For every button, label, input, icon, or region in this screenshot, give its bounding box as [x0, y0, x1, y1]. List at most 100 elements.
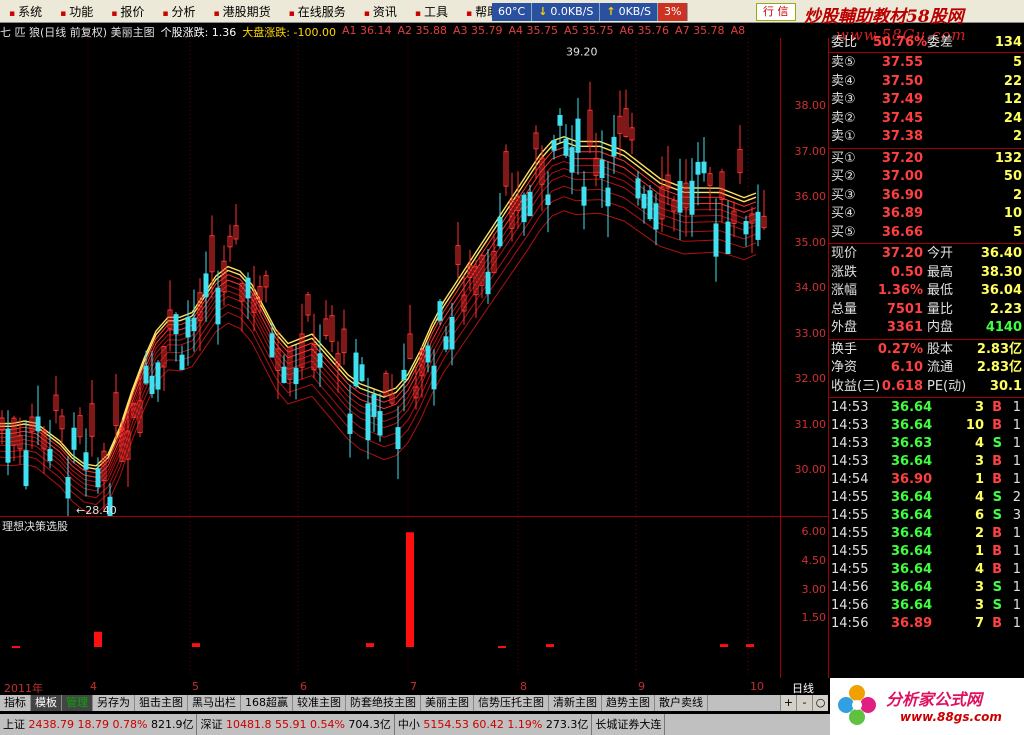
- field-label: 委差: [927, 35, 954, 50]
- high-annotation: 39.20: [566, 46, 598, 59]
- tick-count: 1: [1012, 526, 1021, 541]
- stat-row: 外盘 3361 内盘 4140: [829, 319, 1024, 337]
- field-value: 5: [1012, 55, 1022, 70]
- date-tick: 9: [638, 680, 645, 693]
- candle-body: [149, 375, 155, 394]
- chart-title-bar: 七 匹 狼(日线 前复权) 美丽主图 个股涨跌: 1.36 大盘涨跌: -100…: [0, 24, 780, 38]
- zoom-in-button[interactable]: +: [780, 695, 796, 711]
- tick-time: 14:55: [831, 508, 869, 523]
- candle-body: [743, 221, 749, 235]
- field-label: 卖②: [831, 110, 856, 126]
- price-tick: 36.00: [794, 190, 827, 204]
- tick-count: 1: [1012, 472, 1021, 487]
- tab-sniper[interactable]: 狙击主图: [135, 695, 188, 711]
- candle-body: [281, 366, 287, 383]
- field-label: 总量: [831, 301, 858, 317]
- tab-manage[interactable]: 管理: [62, 695, 93, 711]
- tab-anti-trap[interactable]: 防套绝技主图: [346, 695, 421, 711]
- field-value: 50: [1003, 169, 1022, 184]
- price-tick: 31.00: [794, 417, 827, 431]
- tick-row: 14:56 36.64 3 S 1: [829, 597, 1024, 615]
- upload-speed: ↑ 0KB/S: [600, 3, 659, 21]
- indicator-tick: 3.00: [801, 582, 827, 596]
- signal-bar: [720, 644, 728, 647]
- tick-row: 14:53 36.64 10 B 1: [829, 417, 1024, 435]
- field-value: 0.27%: [877, 341, 923, 357]
- tick-count: 1: [1012, 580, 1021, 595]
- menu-tools[interactable]: ▪ 工具: [406, 3, 457, 20]
- menu-hk-futures[interactable]: ▪ 港股期货: [205, 3, 280, 20]
- price-tick: 32.00: [794, 372, 827, 386]
- index-sme[interactable]: 中小 5154.53 60.42 1.19% 273.3亿: [395, 714, 593, 735]
- tick-side: B: [992, 526, 1002, 541]
- menu-system[interactable]: ▪ 系统: [0, 3, 51, 20]
- field-label: 买⑤: [831, 224, 856, 240]
- menu-quote[interactable]: ▪ 报价: [102, 3, 153, 20]
- indicator-chart[interactable]: [0, 517, 780, 677]
- field-value: 37.45: [881, 110, 923, 126]
- tab-beautiful[interactable]: 美丽主图: [421, 695, 474, 711]
- field-label: 卖①: [831, 129, 856, 144]
- tab-darkhorse[interactable]: 黑马出栏: [188, 695, 241, 711]
- usage-percent: 3%: [658, 3, 689, 21]
- candle-body: [83, 452, 89, 470]
- tick-price: 36.64: [891, 508, 933, 523]
- tab-retail-sell[interactable]: 散户卖线: [655, 695, 708, 711]
- price-tick: 30.00: [794, 463, 827, 477]
- candle-body: [449, 317, 455, 350]
- tab-calibrate[interactable]: 较准主图: [293, 695, 346, 711]
- tab-indicator[interactable]: 指标: [0, 695, 31, 711]
- candlestick-chart[interactable]: ←28.40 39.20: [0, 38, 780, 516]
- index-shanghai[interactable]: 上证 2438.79 18.79 0.78% 821.9亿: [0, 714, 198, 735]
- ma-value-5: A5 35.75: [564, 24, 614, 37]
- trade-button[interactable]: 行 信: [756, 3, 796, 21]
- tab-trend[interactable]: 趋势主图: [602, 695, 655, 711]
- tab-pressure[interactable]: 信势压托主图: [474, 695, 549, 711]
- reset-button[interactable]: ○: [812, 695, 828, 711]
- field-value: 36.66: [881, 224, 923, 240]
- field-label: 委比: [831, 35, 858, 50]
- candle-body: [647, 190, 653, 220]
- period-label[interactable]: 日线: [792, 680, 814, 696]
- field-value: 36.40: [980, 246, 1022, 261]
- zoom-out-button[interactable]: -: [796, 695, 812, 711]
- tab-168[interactable]: 168超赢: [241, 695, 293, 711]
- tick-time: 14:55: [831, 490, 869, 505]
- quote-panel: 委比 50.76% 委差 134 卖⑤ 37.55 5 卖④ 37.50 22 卖③ 37.49 12 卖…: [829, 35, 1024, 678]
- ask-row: 卖② 37.45 24: [829, 110, 1024, 128]
- ma-value-4: A4 35.75: [508, 24, 559, 37]
- tick-row: 14:56 36.64 3 S 1: [829, 579, 1024, 597]
- candle-body: [431, 365, 437, 390]
- tab-template[interactable]: 模板: [31, 695, 62, 711]
- candle-body: [551, 140, 557, 151]
- index-shenzhen[interactable]: 深证 10481.8 55.91 0.54% 704.3亿: [197, 714, 395, 735]
- field-value: 2.23: [989, 301, 1022, 317]
- tick-count: 3: [1012, 508, 1021, 523]
- menu-analysis[interactable]: ▪ 分析: [153, 3, 204, 20]
- candle-body: [71, 427, 77, 450]
- candle-body: [203, 273, 209, 298]
- tick-side: B: [992, 562, 1002, 577]
- up-arrow-icon: ↑: [606, 5, 616, 18]
- stat-row: 净资 6.10 流通 2.83亿: [829, 359, 1024, 377]
- tab-fresh[interactable]: 清新主图: [549, 695, 602, 711]
- candle-body: [545, 194, 551, 205]
- flower-logo-icon: [838, 685, 876, 725]
- menu-news[interactable]: ▪ 资讯: [355, 3, 406, 20]
- field-label: 量比: [927, 301, 954, 317]
- tick-count: 2: [1012, 490, 1021, 505]
- menu-function[interactable]: ▪ 功能: [51, 3, 102, 20]
- tab-save-as[interactable]: 另存为: [93, 695, 135, 711]
- candle-body: [485, 271, 491, 295]
- field-value: 10: [1003, 206, 1022, 221]
- tick-row: 14:53 36.64 3 B 1: [829, 453, 1024, 471]
- price-tick: 35.00: [794, 235, 827, 249]
- tick-side: B: [992, 616, 1002, 631]
- stock-change: 个股涨跌: 1.36: [160, 26, 237, 38]
- field-label: 换手: [831, 341, 858, 357]
- candle-body: [581, 186, 587, 206]
- menu-online-service[interactable]: ▪ 在线服务: [280, 3, 355, 20]
- tick-price: 36.64: [891, 400, 933, 415]
- ma-value-3: A3 35.79: [452, 24, 503, 37]
- bid-row: 买④ 36.89 10: [829, 205, 1024, 223]
